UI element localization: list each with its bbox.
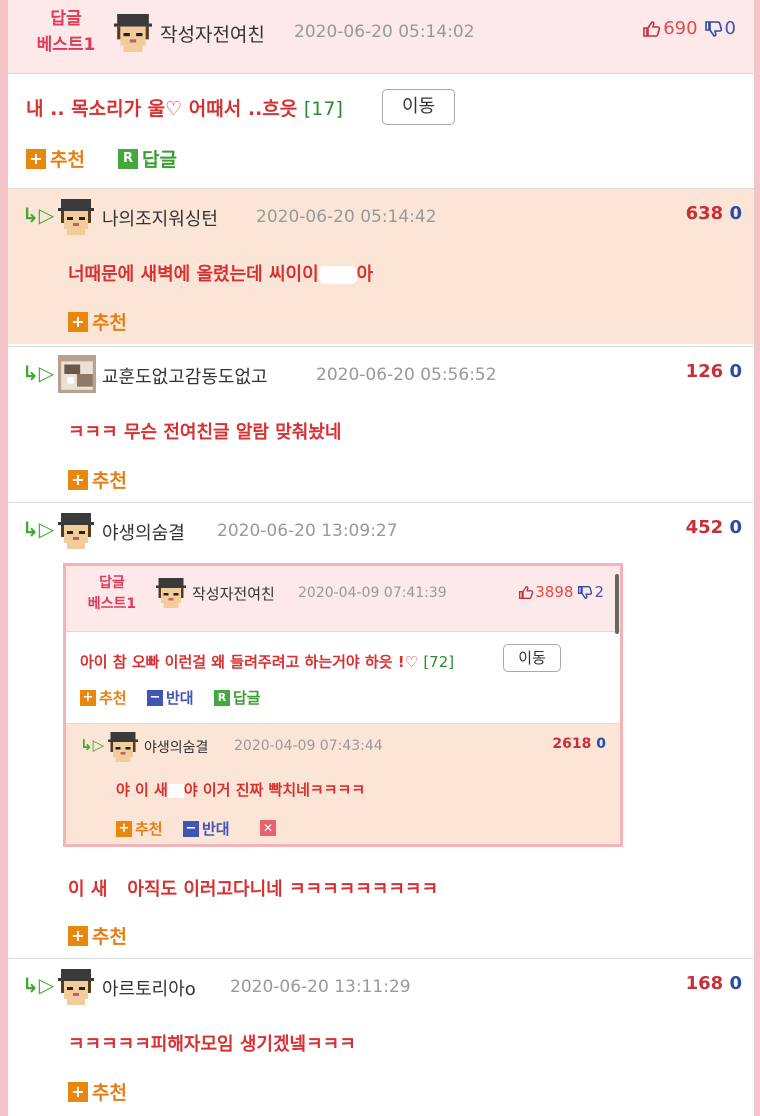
move-button: 이동: [503, 644, 561, 672]
reply-arrow-icon: ↳▷: [22, 361, 55, 385]
reply-r-icon: R: [214, 689, 230, 706]
vote-counts: 690 0: [642, 18, 736, 39]
reply-text: 이 새 아직도 이러고다니네 ㅋㅋㅋㅋㅋㅋㅋㅋㅋ: [68, 879, 439, 900]
post-date: 2020-06-20 05:56:52: [316, 365, 497, 385]
reply-item: ↳▷ 교훈도없고감동도없고 2020-06-20 05:56:52 126 0 …: [8, 346, 754, 502]
up-count: 690: [663, 18, 698, 39]
oppose-button: − 반대: [183, 818, 230, 839]
censor-blur: [318, 266, 357, 284]
thumbs-up-icon[interactable]: [642, 20, 661, 38]
recommend-button[interactable]: + 추천: [68, 922, 127, 949]
recommend-button[interactable]: + 추천: [68, 466, 127, 493]
censor-blur: [167, 783, 184, 798]
post-date: 2020-06-20 13:11:29: [230, 977, 411, 997]
move-button[interactable]: 이동: [382, 89, 455, 125]
censor-blur: [107, 881, 128, 899]
reply-count: [72]: [423, 653, 455, 671]
post-date: 2020-04-09 07:41:39: [298, 585, 447, 601]
author-name[interactable]: 교훈도없고감동도없고: [102, 363, 268, 389]
avatar[interactable]: [58, 513, 94, 549]
author-name: 야생의숨결: [144, 740, 209, 756]
avatar: [108, 732, 138, 762]
reply-item: ↳▷ 나의조지워싱턴 2020-06-20 05:14:42 638 0 너때문…: [8, 188, 754, 344]
recommend-button[interactable]: + 추천: [68, 1078, 127, 1105]
reply-arrow-icon: ↳▷: [22, 203, 55, 227]
avatar[interactable]: [58, 199, 94, 235]
post-date: 2020-06-20 05:14:42: [256, 207, 437, 227]
avatar[interactable]: [58, 355, 96, 393]
comment-title: 내 .. 목소리가 울♡ 어때서 ..흐읏 [17]: [26, 98, 343, 120]
recommend-button[interactable]: + 추천: [26, 145, 85, 172]
reply-button: R 답글: [214, 687, 261, 708]
best-reply-badge: 답글 베스트1: [36, 9, 96, 55]
scrollbar: [615, 574, 619, 634]
vote-counts: 2618 0: [552, 736, 606, 752]
minus-icon: −: [147, 689, 163, 706]
plus-icon: +: [80, 689, 96, 706]
embed-header: 답글 베스트1 작성자전여친 2020-04-09 07:41:39 3898 …: [66, 566, 620, 632]
best-reply-badge: 답글 베스트1: [87, 575, 137, 612]
embedded-comment-screenshot: 답글 베스트1 작성자전여친 2020-04-09 07:41:39 3898 …: [63, 563, 623, 847]
reply-r-icon: R: [118, 148, 138, 169]
vote-counts: 452 0: [685, 517, 742, 538]
reply-button[interactable]: R 답글: [118, 145, 177, 172]
embed-reply-item: ↳▷ 야생의숨결 2020-04-09 07:43:44 2618 0 야 이 …: [66, 723, 620, 844]
recommend-button[interactable]: + 추천: [68, 308, 127, 335]
comment-frame: 답글 베스트1 작성자전여친 2020-06-20 05:14:02 690 0…: [8, 0, 754, 1116]
reply-count[interactable]: [17]: [304, 98, 343, 120]
post-date: 2020-04-09 07:43:44: [234, 738, 383, 754]
reply-arrow-icon: ↳▷: [22, 973, 55, 997]
recommend-button: + 추천: [80, 687, 127, 708]
vote-counts: 126 0: [685, 361, 742, 382]
post-date: 2020-06-20 13:09:27: [217, 521, 398, 541]
avatar[interactable]: [58, 969, 94, 1005]
author-name[interactable]: 나의조지워싱턴: [102, 205, 218, 231]
vote-counts: 638 0: [685, 203, 742, 224]
vote-counts: 3898 2: [518, 583, 604, 601]
oppose-button: − 반대: [147, 687, 194, 708]
plus-icon: +: [68, 469, 88, 490]
reply-text: ㅋㅋㅋㅋㅋ피해자모임 생기겠넼ㅋㅋㅋ: [68, 1034, 356, 1055]
reply-text: 너때문에 새벽에 올렸는데 씨이이 아: [68, 264, 374, 285]
post-date: 2020-06-20 05:14:02: [294, 22, 475, 42]
reply-text: 야 이 새야 이거 진짜 빡치네ㅋㅋㅋㅋ: [116, 781, 366, 799]
close-icon: ✕: [260, 820, 276, 836]
author-name: 작성자전여친: [192, 585, 275, 603]
avatar: [156, 578, 186, 608]
down-count: 0: [724, 18, 736, 39]
author-name[interactable]: 야생의숨결: [102, 519, 185, 545]
thumbs-down-icon[interactable]: [704, 20, 722, 38]
author-name[interactable]: 작성자전여친: [160, 20, 265, 47]
reply-arrow-icon: ↳▷: [22, 517, 55, 541]
reply-text: ㅋㅋㅋ 무슨 전여친글 알람 맞춰놨네: [68, 422, 342, 443]
minus-icon: −: [183, 820, 199, 837]
author-name[interactable]: 아르토리아o: [102, 975, 196, 1001]
avatar[interactable]: [114, 14, 152, 52]
reply-arrow-icon: ↳▷: [80, 736, 105, 754]
vote-counts: 168 0: [685, 973, 742, 994]
reply-item: ↳▷ 아르토리아o 2020-06-20 13:11:29 168 0 ㅋㅋㅋㅋ…: [8, 958, 754, 1116]
best-comment-header: 답글 베스트1 작성자전여친 2020-06-20 05:14:02 690 0: [8, 0, 754, 74]
comment-title: 아이 참 오빠 이런걸 왜 들려주려고 하는거야 하읏 !♡ [72]: [80, 653, 455, 671]
plus-icon: +: [68, 1081, 88, 1102]
plus-icon: +: [116, 820, 132, 837]
plus-icon: +: [68, 311, 88, 332]
thumbs-down-icon: [578, 585, 593, 599]
recommend-button: + 추천: [116, 818, 163, 839]
plus-icon: +: [68, 925, 88, 946]
plus-icon: +: [26, 148, 46, 169]
thumbs-up-icon: [519, 585, 534, 599]
